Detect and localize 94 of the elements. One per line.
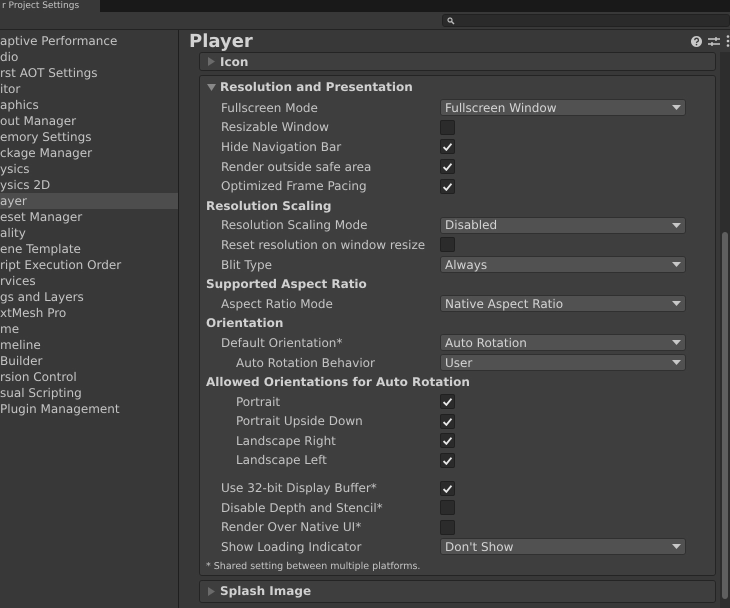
sidebar-item[interactable]: itor <box>0 81 178 97</box>
sidebar-item[interactable]: xtMesh Pro <box>0 305 178 321</box>
sliders-icon[interactable] <box>708 36 720 46</box>
checkbox[interactable] <box>440 139 455 154</box>
sidebar-item[interactable]: Builder <box>0 353 178 369</box>
expanded-triangle-icon[interactable] <box>207 82 216 92</box>
sidebar-item[interactable]: ckage Manager <box>0 145 178 161</box>
sidebar-item[interactable]: ene Template <box>0 241 178 257</box>
caret-icon <box>672 222 681 228</box>
dropdown[interactable]: Disabled <box>440 216 686 234</box>
sidebar-item[interactable]: aptive Performance <box>0 33 178 49</box>
checkmark-icon <box>442 484 453 493</box>
field-label: Optimized Frame Pacing <box>220 179 368 194</box>
section-title[interactable]: Resolution and Presentation <box>220 80 413 94</box>
field-label: Render outside safe area <box>220 160 372 174</box>
caret-icon <box>672 262 681 268</box>
sidebar-item[interactable]: ysics 2D <box>0 177 178 193</box>
checkbox[interactable] <box>440 414 455 429</box>
checkbox[interactable] <box>440 500 455 516</box>
checkmark-icon <box>442 182 453 191</box>
dropdown[interactable]: User <box>440 354 686 372</box>
search-field[interactable] <box>442 14 730 27</box>
checkbox[interactable] <box>440 520 455 535</box>
sidebar-item[interactable]: emory Settings <box>0 129 178 145</box>
foldout-header[interactable]: Splash Image <box>199 580 716 603</box>
field-label: Auto Rotation Behavior <box>235 356 376 370</box>
sidebar-item[interactable]: dio <box>0 49 178 65</box>
sidebar-item[interactable]: out Manager <box>0 113 178 129</box>
footnote: * Shared setting between multiple platforms. <box>205 560 422 572</box>
checkbox[interactable] <box>440 433 455 448</box>
field-label: Use 32-bit Display Buffer* <box>220 481 378 496</box>
sidebar-item[interactable]: rvices <box>0 273 178 289</box>
checkbox[interactable] <box>440 480 455 496</box>
sidebar-item[interactable]: sual Scripting <box>0 385 178 401</box>
sidebar-item[interactable]: ript Execution Order <box>0 257 178 273</box>
group-heading: Resolution Scaling <box>205 198 332 213</box>
group-heading: Orientation <box>205 316 284 330</box>
caret-icon <box>672 301 681 306</box>
field-label: Portrait Upside Down <box>235 414 364 428</box>
field-label: Portrait <box>235 394 282 409</box>
sidebar-item[interactable]: gs and Layers <box>0 289 178 305</box>
field-label: Fullscreen Mode <box>220 100 319 115</box>
field-label: Landscape Right <box>235 434 337 448</box>
dropdown[interactable]: Don't Show <box>440 538 686 556</box>
field-label: Disable Depth and Stencil* <box>220 500 384 515</box>
page-title: Player <box>189 30 253 52</box>
group-heading: Supported Aspect Ratio <box>205 277 367 292</box>
dropdown[interactable]: Auto Rotation <box>440 334 686 352</box>
sidebar-item[interactable]: meline <box>0 337 178 353</box>
checkmark-icon <box>442 397 453 406</box>
sidebar-item[interactable]: Plugin Management <box>0 401 178 417</box>
more-icon[interactable] <box>726 35 730 47</box>
sidebar-item[interactable]: eset Manager <box>0 209 178 225</box>
field-label: Blit Type <box>220 258 273 272</box>
caret-icon <box>672 544 681 550</box>
field-label: Landscape Left <box>235 453 328 468</box>
caret-icon <box>672 340 681 346</box>
checkmark-icon <box>442 456 453 465</box>
checkmark-icon <box>442 162 453 172</box>
sidebar-item[interactable]: aphics <box>0 97 178 113</box>
help-icon[interactable] <box>691 36 702 46</box>
field-label: Resolution Scaling Mode <box>220 218 368 232</box>
foldout-header[interactable]: Icon <box>199 52 716 71</box>
window-tab[interactable]: r Project Settings <box>0 0 100 12</box>
dropdown[interactable]: Fullscreen Window <box>440 99 686 116</box>
checkbox[interactable] <box>440 394 455 410</box>
field-label: Reset resolution on window resize <box>220 238 426 252</box>
checkmark-icon <box>442 142 453 152</box>
caret-icon <box>672 360 681 366</box>
field-label: Default Orientation* <box>220 336 344 350</box>
checkbox[interactable] <box>440 452 455 468</box>
field-label: Render Over Native UI* <box>220 520 362 534</box>
field-label: Hide Navigation Bar <box>220 140 342 154</box>
scrollbar[interactable] <box>720 52 730 608</box>
checkbox[interactable] <box>440 120 455 135</box>
checkbox[interactable] <box>440 237 455 252</box>
field-label: Resizable Window <box>220 120 330 134</box>
caret-icon <box>672 105 681 110</box>
checkmark-icon <box>442 416 453 426</box>
checkbox[interactable] <box>440 159 455 174</box>
checkmark-icon <box>442 436 453 446</box>
sidebar-item[interactable]: ysics <box>0 161 178 177</box>
field-label: Aspect Ratio Mode <box>220 296 334 311</box>
sidebar-item[interactable]: rsion Control <box>0 369 178 385</box>
dropdown[interactable]: Native Aspect Ratio <box>440 295 686 312</box>
checkbox[interactable] <box>440 178 455 194</box>
sidebar-item[interactable]: ality <box>0 225 178 241</box>
dropdown[interactable]: Always <box>440 256 686 274</box>
group-heading: Allowed Orientations for Auto Rotation <box>205 375 470 390</box>
search-icon <box>447 16 455 24</box>
sidebar-item[interactable]: me <box>0 321 178 337</box>
sidebar-item[interactable]: ayer <box>0 193 178 209</box>
field-label: Show Loading Indicator <box>220 540 362 554</box>
sidebar-item[interactable]: rst AOT Settings <box>0 65 178 81</box>
